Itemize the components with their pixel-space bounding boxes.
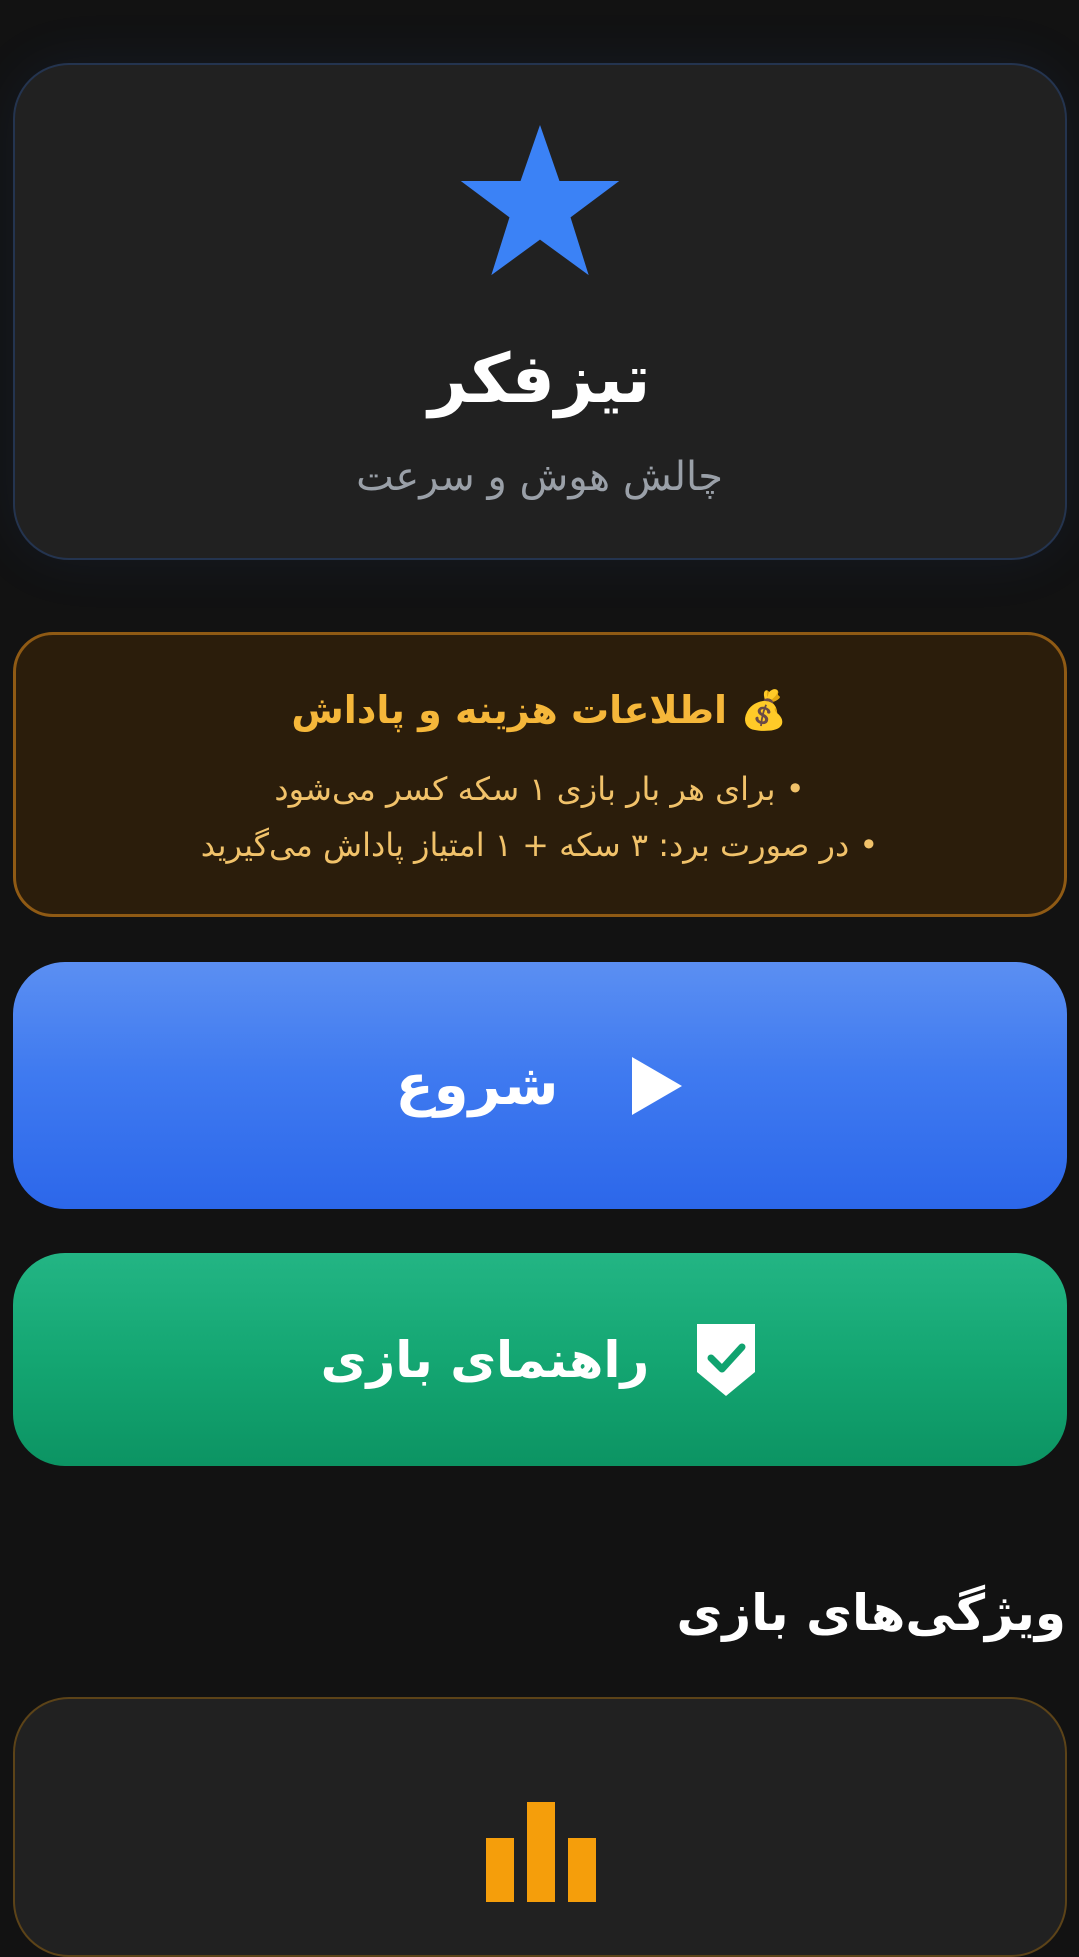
info-line-reward: • در صورت برد: ۳ سکه + ۱ امتیاز پاداش می… (200, 826, 879, 864)
play-icon (632, 1056, 683, 1115)
star-icon (460, 124, 620, 276)
game-guide-button-label: راهنمای بازی (320, 1330, 650, 1389)
app-subtitle: چالش هوش و سرعت (356, 454, 723, 500)
app-title: تیزفکر (428, 340, 651, 419)
start-button[interactable]: شروع (13, 962, 1067, 1209)
features-section-title: ویژگی‌های بازی (676, 1584, 1066, 1642)
game-guide-button[interactable]: راهنمای بازی (13, 1253, 1067, 1466)
shield-check-icon (697, 1323, 756, 1396)
start-button-label: شروع (395, 1053, 559, 1118)
info-card-title: 💰 اطلاعات هزینه و پاداش (291, 688, 788, 732)
info-line-cost: • برای هر بار بازی ۱ سکه کسر می‌شود (274, 770, 805, 808)
chart-bars-icon (486, 1802, 596, 1902)
